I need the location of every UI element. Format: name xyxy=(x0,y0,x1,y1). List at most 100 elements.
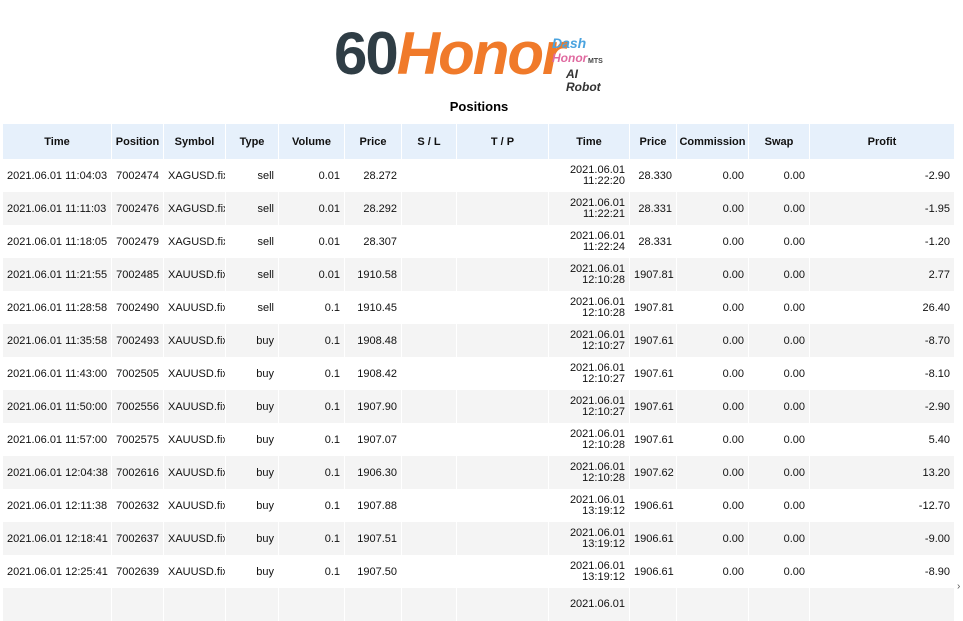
table-row[interactable]: 2021.06.01 11:11:03 7002476 XAGUSD.fix sell… xyxy=(3,192,955,225)
table-row[interactable]: 2021.06.01 11:18:05 7002479 XAGUSD.fix sell… xyxy=(3,225,955,258)
cell-commission: 0.00 xyxy=(677,192,749,225)
cell-close-price: 1907.81 xyxy=(630,258,677,291)
col-header-type[interactable]: Type xyxy=(226,124,279,159)
cell-open-price: 1908.42 xyxy=(345,357,402,390)
cell-open-price: 1908.48 xyxy=(345,324,402,357)
cell-tp xyxy=(457,192,549,225)
table-row[interactable]: 2021.06.01 11:04:03 7002474 XAGUSD.fix sell… xyxy=(3,159,955,192)
cell-open-time: 2021.06.01 11:04:03 xyxy=(3,159,112,192)
cell-open-time: 2021.06.01 12:04:38 xyxy=(3,456,112,489)
table-row[interactable]: 2021.06.01 12:04:38 7002616 XAUUSD.fix buy 0… xyxy=(3,456,955,489)
table-row[interactable]: 2021.06.01 11:50:00 7002556 XAUUSD.fix buy 0… xyxy=(3,390,955,423)
cell-position: 7002639 xyxy=(112,555,164,588)
col-header-symbol[interactable]: Symbol xyxy=(164,124,226,159)
cell-close-time: 2021.06.01 12:10:28 xyxy=(549,456,630,489)
cell-commission: 0.00 xyxy=(677,324,749,357)
cell-close-price: 1907.61 xyxy=(630,390,677,423)
cell-tp xyxy=(457,390,549,423)
cell-symbol: XAUUSD.fix xyxy=(164,489,226,522)
table-row[interactable]: 2021.06.01 11:57:00 7002575 XAUUSD.fix buy 0… xyxy=(3,423,955,456)
table-row[interactable]: 2021.06.01 11:28:58 7002490 XAUUSD.fix sell… xyxy=(3,291,955,324)
cell-tp xyxy=(457,522,549,555)
cell-sl xyxy=(402,489,457,522)
cell-commission: 0.00 xyxy=(677,522,749,555)
table-row[interactable]: 2021.06.01 12:11:38 7002632 XAUUSD.fix buy 0… xyxy=(3,489,955,522)
cell-position: 7002474 xyxy=(112,159,164,192)
cell-open-time: 2021.06.01 12:11:38 xyxy=(3,489,112,522)
logo-wordmark: 60Honor xyxy=(334,22,565,86)
cell-position: 7002485 xyxy=(112,258,164,291)
cell-close-time: 2021.06.01 13:19:12 xyxy=(549,555,630,588)
col-header-position[interactable]: Position xyxy=(112,124,164,159)
col-header-time[interactable]: Time xyxy=(3,124,112,159)
cell-type: buy xyxy=(226,423,279,456)
cell-commission: 0.00 xyxy=(677,159,749,192)
cell-volume: 0.01 xyxy=(279,225,345,258)
cell-tp xyxy=(457,423,549,456)
cell-position: 7002575 xyxy=(112,423,164,456)
close-date: 2021.06.01 xyxy=(569,229,625,242)
cell-open-price: 1907.50 xyxy=(345,555,402,588)
cell-close-time: 2021.06.01 13:19:12 xyxy=(549,489,630,522)
cell-position: 7002556 xyxy=(112,390,164,423)
cell-profit: 13.20 xyxy=(810,456,955,489)
close-clock: 13:19:12 xyxy=(582,504,625,517)
col-header-commission[interactable]: Commission xyxy=(677,124,749,159)
cell-swap: 0.00 xyxy=(749,225,810,258)
cell-symbol: XAUUSD.fix xyxy=(164,357,226,390)
table-row[interactable]: 2021.06.01 11:21:55 7002485 XAUUSD.fix sell… xyxy=(3,258,955,291)
close-clock: 12:10:28 xyxy=(582,273,625,286)
cell-tp xyxy=(457,324,549,357)
cell-sl xyxy=(402,456,457,489)
cell-open-time: 2021.06.01 11:57:00 xyxy=(3,423,112,456)
cell-open-time: 2021.06.01 12:18:41 xyxy=(3,522,112,555)
col-header-tp[interactable]: T / P xyxy=(457,124,549,159)
cell-open-time: 2021.06.01 11:43:00 xyxy=(3,357,112,390)
cell-type: buy xyxy=(226,324,279,357)
cell-symbol: XAUUSD.fix xyxy=(164,423,226,456)
cell-profit: -1.95 xyxy=(810,192,955,225)
cell-open-time: 2021.06.01 11:11:03 xyxy=(3,192,112,225)
close-clock: 11:22:21 xyxy=(582,207,625,220)
scroll-indicator-icon[interactable]: › xyxy=(957,581,963,592)
logo-mts: MTS xyxy=(588,58,603,65)
cell-symbol: XAUUSD.fix xyxy=(164,258,226,291)
cell-close-price: 1907.61 xyxy=(630,357,677,390)
cell-tp xyxy=(457,159,549,192)
cell-type: sell xyxy=(226,225,279,258)
cell-symbol: XAUUSD.fix xyxy=(164,555,226,588)
cell-swap: 0.00 xyxy=(749,423,810,456)
cell-type: sell xyxy=(226,159,279,192)
cell-close-time: 2021.06.01 11:22:21 xyxy=(549,192,630,225)
col-header-close-time[interactable]: Time xyxy=(549,124,630,159)
col-header-volume[interactable]: Volume xyxy=(279,124,345,159)
cell-close-price: 1907.61 xyxy=(630,324,677,357)
col-header-price[interactable]: Price xyxy=(345,124,402,159)
cell-profit: 2.77 xyxy=(810,258,955,291)
col-header-profit[interactable]: Profit xyxy=(810,124,955,159)
table-header-row: Time Position Symbol Type Volume Price S… xyxy=(3,124,955,159)
cell-type: buy xyxy=(226,522,279,555)
table-row[interactable]: 2021.06.01 11:35:58 7002493 XAUUSD.fix buy 0… xyxy=(3,324,955,357)
table-row[interactable]: 2021.06.01 12:25:41 7002639 XAUUSD.fix buy 0… xyxy=(3,555,955,588)
cell-profit: -2.90 xyxy=(810,159,955,192)
cell-profit: 5.40 xyxy=(810,423,955,456)
cell-close-price: 1906.61 xyxy=(630,555,677,588)
cell-tp xyxy=(457,456,549,489)
cell-profit: -2.90 xyxy=(810,390,955,423)
cell-position: 7002490 xyxy=(112,291,164,324)
close-date: 2021.06.01 xyxy=(569,262,625,275)
cell-volume: 0.1 xyxy=(279,489,345,522)
table-row[interactable]: 2021.06.01 11:43:00 7002505 XAUUSD.fix buy 0… xyxy=(3,357,955,390)
close-clock: 11:22:20 xyxy=(582,174,625,187)
col-header-close-price[interactable]: Price xyxy=(630,124,677,159)
close-clock: 12:10:27 xyxy=(582,339,625,352)
close-date: 2021.06.01 xyxy=(569,295,625,308)
cell-tp xyxy=(457,258,549,291)
table-row[interactable]: 2021.06.01 12:18:41 7002637 XAUUSD.fix buy 0… xyxy=(3,522,955,555)
col-header-sl[interactable]: S / L xyxy=(402,124,457,159)
cell-close-time: 2021.06.01 12:10:27 xyxy=(549,357,630,390)
col-header-swap[interactable]: Swap xyxy=(749,124,810,159)
cell-sl xyxy=(402,555,457,588)
close-date: 2021.06.01 xyxy=(569,526,625,539)
